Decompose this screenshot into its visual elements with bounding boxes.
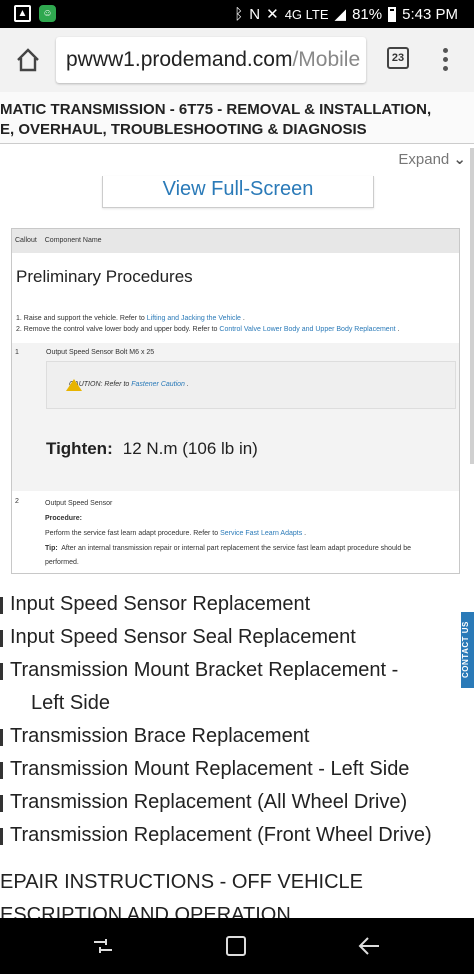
- warning-icon: [66, 379, 82, 391]
- fastener-caution-link[interactable]: Fastener Caution: [131, 381, 185, 388]
- chevron-down-icon: ⌄: [453, 151, 466, 168]
- url-host: pwww1.prodemand.com: [66, 48, 293, 71]
- heading-line-2: E, OVERHAUL, TROUBLESHOOTING & DIAGNOSIS: [0, 121, 367, 138]
- table-header: Callout Component Name: [12, 229, 459, 253]
- section-links: EPAIR INSTRUCTIONS - OFF VEHICLE ESCRIPT…: [0, 866, 474, 918]
- address-bar[interactable]: pwww1.prodemand.com/Mobile: [56, 37, 366, 83]
- url-path: /Mobile: [292, 48, 361, 71]
- col-callout: Callout: [15, 237, 37, 244]
- preliminary-steps: 1. Raise and support the vehicle. Refer …: [16, 315, 400, 333]
- tip-text-continued: performed.: [45, 559, 79, 566]
- image-notification-icon: ▲: [14, 5, 31, 22]
- control-valve-link[interactable]: Control Valve Lower Body and Upper Body …: [219, 326, 395, 333]
- callout-number: 1: [15, 349, 19, 356]
- torque-spec: Tighten: 12 N.m (106 lb in): [46, 439, 258, 459]
- scroll-track: [470, 148, 474, 464]
- component-name: Output Speed Sensor Bolt M6 x 25: [46, 349, 155, 356]
- battery-icon: [388, 6, 397, 22]
- more-menu-icon[interactable]: [443, 48, 449, 75]
- lifting-jacking-link[interactable]: Lifting and Jacking the Vehicle: [147, 315, 241, 322]
- caution-box: CAUTION: Refer to Fastener Caution .: [46, 361, 456, 409]
- mute-icon: ✕: [266, 6, 279, 23]
- col-component: Component Name: [44, 237, 102, 244]
- expand-toggle[interactable]: Expand ⌄: [398, 150, 466, 168]
- fast-learn-link[interactable]: Service Fast Learn Adapts: [220, 530, 302, 537]
- view-full-screen-button[interactable]: View Full-Screen: [102, 176, 374, 208]
- repair-instructions-link[interactable]: EPAIR INSTRUCTIONS - OFF VEHICLE: [0, 866, 474, 899]
- description-operation-link[interactable]: ESCRIPTION AND OPERATION: [0, 899, 474, 918]
- related-procedures-list: Input Speed Sensor Replacement Input Spe…: [0, 590, 470, 854]
- list-item[interactable]: Transmission Mount Replacement - Left Si…: [0, 755, 470, 788]
- system-nav-bar: [0, 918, 474, 974]
- step-2-text: 2. Remove the control valve lower body a…: [16, 326, 218, 333]
- network-type: 4G LTE: [284, 6, 329, 22]
- procedure-text: Perform the service fast learn adapt pro…: [45, 530, 219, 537]
- battery-percent: 81%: [352, 5, 383, 23]
- component-name: Output Speed Sensor: [45, 500, 113, 507]
- bluetooth-icon: ᛒ: [234, 5, 244, 23]
- tip-text: After an internal transmission repair or…: [61, 545, 412, 552]
- app-notification-icon: ☺: [39, 5, 56, 22]
- back-icon[interactable]: [357, 934, 381, 958]
- nfc-icon: N: [249, 5, 261, 23]
- signal-icon: ◢: [334, 6, 347, 23]
- list-item[interactable]: Input Speed Sensor Seal Replacement: [0, 623, 470, 656]
- tab-switcher-button[interactable]: 23: [387, 47, 409, 69]
- procedure-document: Callout Component Name Preliminary Proce…: [11, 228, 460, 574]
- list-item-continued[interactable]: Left Side: [0, 689, 470, 722]
- clock: 5:43 PM: [402, 5, 458, 23]
- page-heading: MATIC TRANSMISSION - 6T75 - REMOVAL & IN…: [0, 92, 474, 144]
- recent-apps-icon[interactable]: [92, 938, 114, 954]
- list-item[interactable]: Transmission Replacement (Front Wheel Dr…: [0, 821, 470, 854]
- heading-line-1: MATIC TRANSMISSION - 6T75 - REMOVAL & IN…: [0, 101, 432, 118]
- table-row: 1 Output Speed Sensor Bolt M6 x 25 CAUTI…: [12, 343, 459, 491]
- tip-label: Tip:: [45, 545, 58, 552]
- callout-number: 2: [15, 498, 19, 505]
- list-item[interactable]: Transmission Replacement (All Wheel Driv…: [0, 788, 470, 821]
- step-1-text: 1. Raise and support the vehicle. Refer …: [16, 315, 145, 322]
- tighten-label: Tighten:: [46, 439, 113, 458]
- list-item[interactable]: Transmission Mount Bracket Replacement -: [0, 656, 470, 689]
- table-row: 2 Output Speed Sensor Procedure: Perform…: [12, 491, 459, 573]
- status-bar: ▲ ☺ ᛒ N ✕ 4G LTE ◢ 81% 5:43 PM: [0, 0, 474, 28]
- list-item[interactable]: Transmission Brace Replacement: [0, 722, 470, 755]
- contact-us-tab[interactable]: CONTACT US: [461, 612, 474, 688]
- home-button-icon[interactable]: [226, 936, 246, 956]
- expand-label: Expand: [398, 151, 450, 168]
- tighten-value: 12 N.m (106 lb in): [122, 439, 258, 458]
- preliminary-title: Preliminary Procedures: [16, 267, 193, 286]
- list-item[interactable]: Input Speed Sensor Replacement: [0, 590, 470, 623]
- home-icon[interactable]: [14, 46, 42, 74]
- browser-toolbar: pwww1.prodemand.com/Mobile 23: [0, 28, 474, 92]
- procedure-label: Procedure:: [45, 515, 82, 522]
